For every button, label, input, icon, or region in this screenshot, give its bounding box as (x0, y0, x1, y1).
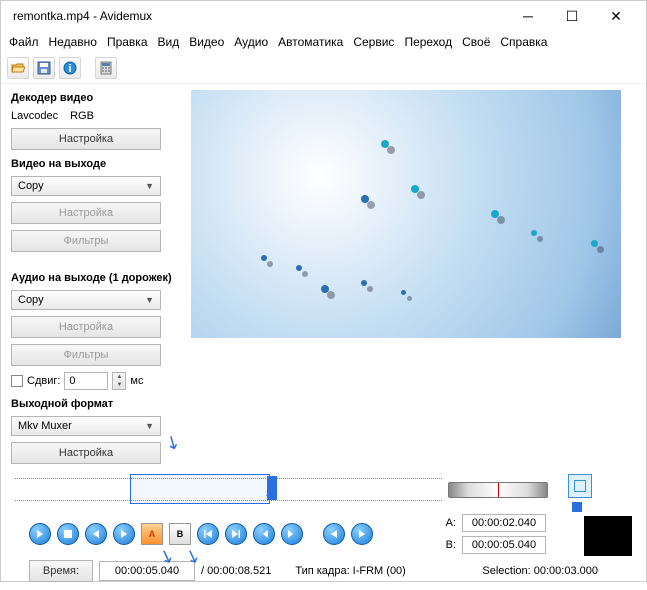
svg-text:i: i (68, 63, 71, 75)
volume-slider-handle[interactable] (572, 502, 582, 512)
chevron-down-icon: ▼ (145, 421, 154, 431)
decoder-config-button[interactable]: Настройка (11, 128, 161, 150)
decoder-section-title: Декодер видео (11, 92, 181, 104)
timeline[interactable] (15, 472, 632, 512)
audio-out-section-title: Аудио на выходе (1 дорожек) (11, 272, 181, 284)
decoder-colorspace-label: RGB (70, 110, 94, 122)
next-cut-button[interactable] (281, 523, 303, 545)
play-button[interactable] (29, 523, 51, 545)
current-time-input[interactable]: 00:00:05.040 (99, 561, 195, 581)
menu-file[interactable]: Файл (9, 35, 39, 49)
open-file-button[interactable] (7, 57, 29, 79)
chevron-down-icon: ▼ (145, 295, 154, 305)
info-button[interactable]: i (59, 57, 81, 79)
floppy-disk-icon (37, 61, 51, 75)
next-keyframe-button[interactable] (225, 523, 247, 545)
audio-filters-button[interactable]: Фильтры (11, 344, 161, 366)
video-config-button[interactable]: Настройка (11, 202, 161, 224)
stop-button[interactable] (57, 523, 79, 545)
menu-audio[interactable]: Аудио (234, 35, 268, 49)
toolbar: i (1, 53, 646, 84)
marker-a-label: A: (442, 517, 456, 529)
selection-duration-label: Selection: 00:00:03.000 (482, 565, 598, 577)
marker-a-value: 00:00:02.040 (462, 514, 546, 532)
menu-video[interactable]: Видео (189, 35, 224, 49)
menu-own[interactable]: Своё (462, 35, 490, 49)
marker-b-label: B: (442, 539, 456, 551)
preview-toggle-button[interactable] (568, 474, 592, 498)
timeline-selection[interactable] (130, 474, 270, 504)
preview-thumbnail (584, 516, 632, 556)
video-preview (191, 90, 621, 338)
output-config-button[interactable]: Настройка (11, 442, 161, 464)
save-button[interactable] (33, 57, 55, 79)
audio-shift-label: Сдвиг: (27, 375, 60, 387)
marker-b-value: 00:00:05.040 (462, 536, 546, 554)
menu-bar: Файл Недавно Правка Вид Видео Аудио Авто… (1, 31, 646, 53)
menu-go[interactable]: Переход (404, 35, 452, 49)
audio-codec-select[interactable]: Copy ▼ (11, 290, 161, 310)
duration-label: / 00:00:08.521 (201, 565, 271, 577)
prev-cut-button[interactable] (253, 523, 275, 545)
video-codec-select[interactable]: Copy ▼ (11, 176, 161, 196)
time-label-button[interactable]: Время: (29, 560, 93, 582)
decoder-codec-label: Lavcodec (11, 110, 58, 122)
output-format-section-title: Выходной формат (11, 398, 181, 410)
chevron-down-icon: ▼ (145, 181, 154, 191)
frame-type-label: Тип кадра: I-FRM (00) (295, 565, 406, 577)
calculator-icon (99, 61, 113, 75)
menu-edit[interactable]: Правка (107, 35, 148, 49)
menu-recent[interactable]: Недавно (49, 35, 97, 49)
prev-frame-button[interactable] (85, 523, 107, 545)
set-marker-a-button[interactable]: A (141, 523, 163, 545)
video-out-section-title: Видео на выходе (11, 158, 181, 170)
output-muxer-select[interactable]: Mkv Muxer ▼ (11, 416, 161, 436)
prev-keyframe-button[interactable] (197, 523, 219, 545)
minimize-button[interactable]: ─ (506, 2, 550, 30)
audio-shift-checkbox[interactable] (11, 375, 23, 387)
menu-service[interactable]: Сервис (353, 35, 394, 49)
goto-marker-b-button[interactable] (351, 523, 373, 545)
jog-wheel[interactable] (448, 482, 548, 498)
audio-codec-value: Copy (18, 294, 44, 306)
audio-shift-input[interactable]: 0 (64, 372, 108, 390)
output-muxer-value: Mkv Muxer (18, 420, 72, 432)
next-frame-button[interactable] (113, 523, 135, 545)
window-title: remontka.mp4 - Avidemux (9, 9, 506, 23)
maximize-button[interactable]: ☐ (550, 2, 594, 30)
goto-marker-a-button[interactable] (323, 523, 345, 545)
menu-help[interactable]: Справка (500, 35, 547, 49)
video-codec-value: Copy (18, 180, 44, 192)
audio-config-button[interactable]: Настройка (11, 316, 161, 338)
video-filters-button[interactable]: Фильтры (11, 230, 161, 252)
menu-view[interactable]: Вид (158, 35, 180, 49)
calculator-button[interactable] (95, 57, 117, 79)
set-marker-b-button[interactable]: B (169, 523, 191, 545)
folder-open-icon (11, 62, 25, 74)
menu-auto[interactable]: Автоматика (278, 35, 343, 49)
audio-shift-spinner[interactable]: ▲▼ (112, 372, 126, 390)
audio-shift-unit: мс (130, 375, 143, 387)
close-button[interactable]: ✕ (594, 2, 638, 30)
info-icon: i (63, 61, 77, 75)
